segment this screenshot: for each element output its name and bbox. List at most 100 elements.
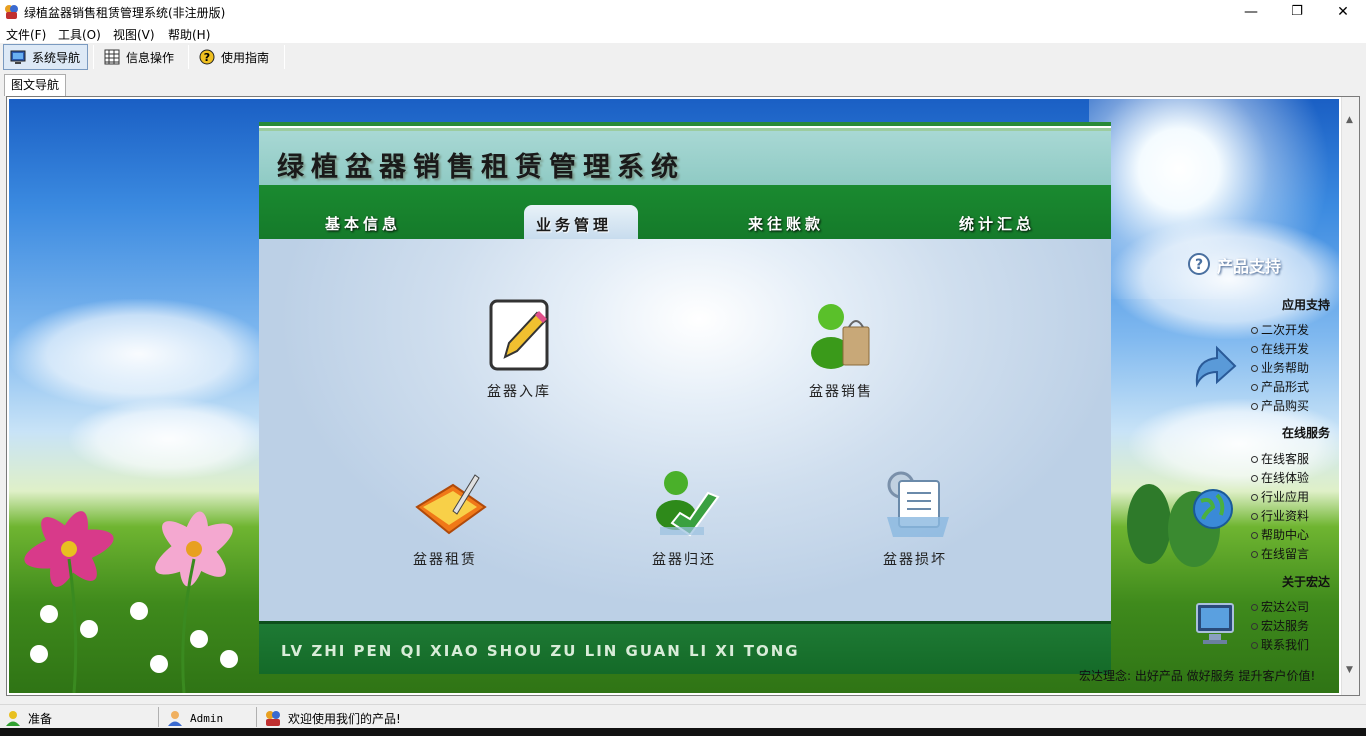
panel-header: 绿植盆器销售租赁管理系统: [259, 131, 1111, 185]
status-welcome: 欢迎使用我们的产品!: [264, 709, 401, 727]
support-link-purchase[interactable]: 产品购买: [1251, 397, 1309, 414]
user-check-icon: [652, 467, 720, 539]
about-link-service[interactable]: 宏达服务: [1251, 617, 1309, 634]
info-operation-button[interactable]: 信息操作: [104, 44, 174, 70]
status-ready-text: 准备: [28, 711, 53, 726]
support-link-industry-apps[interactable]: 行业应用: [1251, 488, 1309, 505]
app-support-heading: 应用支持: [1282, 298, 1331, 312]
tab-accounts[interactable]: 来往账款: [748, 213, 824, 234]
status-bar: 准备 Admin 欢迎使用我们的产品!: [0, 704, 1366, 728]
background-scene: 绿植盆器销售租赁管理系统 基本信息 业务管理 来往账款 统计汇总 盆器入库 盆器…: [9, 99, 1339, 693]
support-link-online-dev[interactable]: 在线开发: [1251, 340, 1309, 357]
grid-icon: [104, 49, 120, 65]
arrow-icon: [1195, 345, 1237, 388]
panel-footer: LV ZHI PEN QI XIAO SHOU ZU LIN GUAN LI X…: [259, 621, 1111, 674]
status-user: Admin: [166, 709, 223, 727]
title-bar: 绿植盆器销售租赁管理系统(非注册版) — ❐ ✕: [0, 0, 1366, 23]
monitor-icon: [10, 50, 26, 64]
support-link-secondary-dev[interactable]: 二次开发: [1251, 321, 1309, 338]
svg-text:?: ?: [1195, 257, 1203, 273]
support-link-product-form[interactable]: 产品形式: [1251, 378, 1309, 395]
user-guide-label: 使用指南: [221, 50, 270, 65]
module-damage[interactable]: 盆器损坏: [855, 467, 975, 569]
module-damage-label: 盆器损坏: [883, 552, 947, 568]
tab-basic-info[interactable]: 基本信息: [325, 213, 401, 234]
panel-footer-text: LV ZHI PEN QI XIAO SHOU ZU LIN GUAN LI X…: [281, 642, 800, 660]
os-taskbar: [0, 728, 1366, 736]
users-icon: [266, 711, 280, 726]
panel-tab-bar: 基本信息 业务管理 来往账款 统计汇总: [259, 185, 1111, 239]
cloud: [9, 299, 269, 409]
tab-strip: 图文导航: [0, 74, 1366, 96]
module-rental-label: 盆器租赁: [413, 552, 477, 568]
support-link-help-center[interactable]: 帮助中心: [1251, 526, 1309, 543]
computer-icon: [1196, 603, 1234, 644]
support-link-industry-docs[interactable]: 行业资料: [1251, 507, 1309, 524]
menu-help[interactable]: 帮助(H): [168, 26, 210, 43]
menu-file[interactable]: 文件(F): [6, 26, 46, 43]
module-return[interactable]: 盆器归还: [624, 467, 744, 569]
panel-body: 盆器入库 盆器销售 盆器租赁 盆器归还 盆器损坏: [259, 239, 1111, 621]
module-stock-in[interactable]: 盆器入库: [459, 299, 579, 401]
support-title: 产品支持: [1217, 257, 1282, 276]
support-link-customer-service[interactable]: 在线客服: [1251, 450, 1309, 467]
help-icon: ?: [199, 49, 215, 65]
folder-pencil-icon: [413, 467, 487, 539]
module-sales-label: 盆器销售: [809, 384, 873, 400]
menu-view[interactable]: 视图(V): [113, 26, 155, 43]
panel-title: 绿植盆器销售租赁管理系统: [277, 152, 685, 183]
svg-text:?: ?: [204, 51, 210, 64]
app-icon: [5, 5, 18, 19]
about-link-contact[interactable]: 联系我们: [1251, 636, 1309, 653]
main-panel: 绿植盆器销售租赁管理系统 基本信息 业务管理 来往账款 统计汇总 盆器入库 盆器…: [259, 122, 1111, 674]
tab-statistics[interactable]: 统计汇总: [959, 213, 1035, 234]
status-person-icon: [6, 711, 20, 726]
globe-icon: [1193, 489, 1233, 529]
support-link-business-help[interactable]: 业务帮助: [1251, 359, 1309, 376]
status-welcome-text: 欢迎使用我们的产品!: [288, 711, 401, 726]
user-shopping-bag-icon: [809, 299, 873, 371]
info-operation-label: 信息操作: [126, 50, 175, 65]
module-stock-in-label: 盆器入库: [487, 384, 551, 400]
toolbar-separator: [284, 45, 285, 69]
maximize-button[interactable]: ❐: [1274, 0, 1320, 23]
status-ready: 准备: [4, 709, 52, 727]
support-link-online-trial[interactable]: 在线体验: [1251, 469, 1309, 486]
about-link-company[interactable]: 宏达公司: [1251, 598, 1309, 615]
company-slogan: 宏达理念: 出好产品 做好服务 提升客户价值!: [1079, 669, 1316, 683]
toolbar: 系统导航 信息操作 ? 使用指南: [0, 43, 1366, 71]
user-guide-button[interactable]: ? 使用指南: [199, 44, 269, 70]
module-sales[interactable]: 盆器销售: [781, 299, 901, 401]
window-title: 绿植盆器销售租赁管理系统(非注册版): [24, 6, 226, 20]
user-icon: [168, 711, 182, 726]
status-user-text: Admin: [190, 711, 224, 725]
tab-business-management[interactable]: 业务管理: [524, 205, 638, 239]
menu-bar: 文件(F) 工具(O) 视图(V) 帮助(H): [0, 23, 1366, 43]
close-button[interactable]: ✕: [1320, 0, 1366, 23]
edit-document-icon: [487, 299, 551, 371]
status-separator: [158, 707, 159, 727]
content-area: 绿植盆器销售租赁管理系统 基本信息 业务管理 来往账款 统计汇总 盆器入库 盆器…: [6, 96, 1360, 696]
minimize-button[interactable]: —: [1228, 0, 1274, 23]
online-service-heading: 在线服务: [1282, 426, 1331, 440]
system-nav-label: 系统导航: [32, 50, 81, 65]
cloud: [69, 399, 269, 479]
menu-tools[interactable]: 工具(O): [58, 26, 101, 43]
scroll-up-icon[interactable]: ▲: [1346, 115, 1353, 125]
flowers-graphic: [24, 511, 238, 693]
tab-business-management-label: 业务管理: [536, 216, 613, 234]
status-separator: [256, 707, 257, 727]
help-circle-icon: ?: [1188, 253, 1210, 275]
document-gear-icon: [883, 467, 949, 539]
module-rental[interactable]: 盆器租赁: [385, 467, 505, 569]
about-heading: 关于宏达: [1282, 575, 1331, 589]
panel-top-border: [259, 122, 1111, 131]
toolbar-separator: [93, 45, 94, 69]
support-link-leave-message[interactable]: 在线留言: [1251, 545, 1309, 562]
scroll-down-icon[interactable]: ▼: [1346, 665, 1353, 675]
system-nav-button[interactable]: 系统导航: [3, 44, 88, 70]
tab-graphic-nav[interactable]: 图文导航: [4, 74, 67, 96]
vertical-scrollbar[interactable]: ▲ ▼: [1341, 97, 1359, 695]
toolbar-separator: [188, 45, 189, 69]
module-return-label: 盆器归还: [652, 552, 716, 568]
